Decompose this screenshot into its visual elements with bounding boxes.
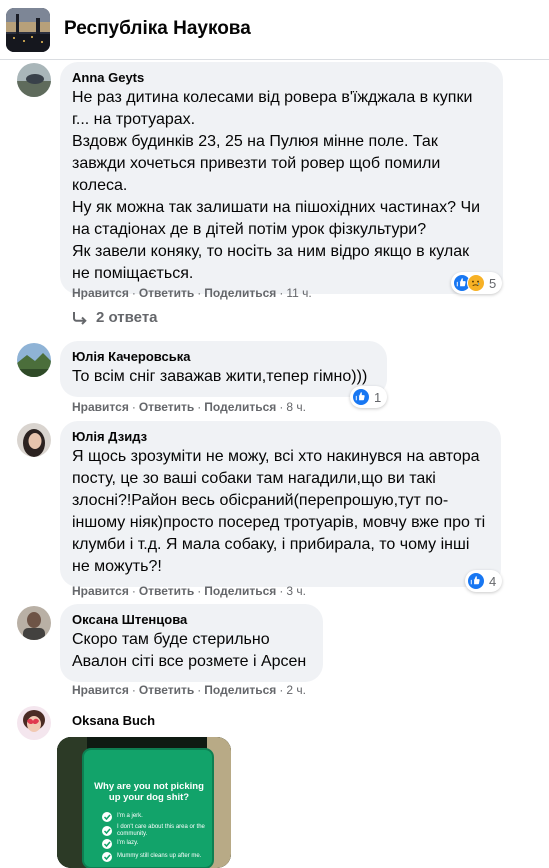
comment-actions: Нравится · Ответить · Поделиться · 8 ч. <box>72 400 306 414</box>
like-button[interactable]: Нравится <box>72 286 129 300</box>
comment-time[interactable]: 8 ч. <box>286 400 306 414</box>
separator: · <box>279 584 284 598</box>
group-avatar[interactable] <box>6 8 50 52</box>
comment-actions: Нравится · Ответить · Поделиться · 11 ч. <box>72 286 312 300</box>
comment-author[interactable]: Юлія Дзидз <box>72 429 489 445</box>
reaction-summary[interactable]: 1 <box>350 386 388 408</box>
comment-actions: Нравится · Ответить · Поделиться · 2 ч. <box>72 683 306 697</box>
sign-item: I'm a jerk. <box>117 813 143 819</box>
sad-icon <box>467 274 485 292</box>
separator: · <box>131 683 136 697</box>
reply-button[interactable]: Ответить <box>139 286 194 300</box>
comment-text: Я щось зрозуміти не можу, всі хто накину… <box>72 448 486 575</box>
separator: · <box>197 584 202 598</box>
comment-author[interactable]: Anna Geyts <box>72 70 491 86</box>
comment-bubble: Оксана Штенцова Скоро там буде стерильно… <box>60 604 323 682</box>
avatar[interactable] <box>17 63 51 97</box>
comment-text: Не раз дитина колесами від ровера в'їждж… <box>72 89 481 282</box>
comment-author[interactable]: Юлія Качеровська <box>72 349 375 365</box>
reply-button[interactable]: Ответить <box>139 400 194 414</box>
separator: · <box>131 400 136 414</box>
like-button[interactable]: Нравится <box>72 584 129 598</box>
reaction-summary[interactable]: 4 <box>465 570 503 592</box>
reaction-count: 5 <box>489 275 497 291</box>
separator: · <box>131 286 136 300</box>
comment-actions: Нравится · Ответить · Поделиться · 3 ч. <box>72 584 306 598</box>
avatar[interactable] <box>17 343 51 377</box>
sign-item: I don't care about this area or the comm… <box>117 824 205 837</box>
comment-bubble: Anna Geyts Не раз дитина колесами від ро… <box>60 62 503 294</box>
comment-bubble: Юлія Качеровська То всім сніг заважав жи… <box>60 341 387 397</box>
like-button[interactable]: Нравится <box>72 683 129 697</box>
reply-button[interactable]: Ответить <box>139 584 194 598</box>
separator: · <box>279 400 284 414</box>
reaction-summary[interactable]: 5 <box>451 272 503 294</box>
share-button[interactable]: Поделиться <box>204 286 276 300</box>
avatar[interactable] <box>17 706 51 740</box>
sign-item: Mummy still cleans up after me. <box>117 853 202 859</box>
comment-author[interactable]: Oksana Buch <box>72 713 155 729</box>
separator: · <box>131 584 136 598</box>
comment-bubble: Юлія Дзидз Я щось зрозуміти не можу, всі… <box>60 421 501 587</box>
like-icon <box>467 572 485 590</box>
separator: · <box>197 400 202 414</box>
separator: · <box>197 286 202 300</box>
share-button[interactable]: Поделиться <box>204 584 276 598</box>
sign-item: I'm lazy. <box>117 840 139 846</box>
reaction-count: 1 <box>374 389 382 405</box>
reaction-count: 4 <box>489 573 497 589</box>
sign-heading: Why are you not picking up your dog shit… <box>94 781 204 803</box>
reply-button[interactable]: Ответить <box>139 683 194 697</box>
group-title[interactable]: Республіка Наукова <box>64 18 251 40</box>
comment-text: Скоро там буде стерильно Авалон сіті все… <box>72 631 307 670</box>
reply-arrow-icon <box>73 311 87 325</box>
comment-time[interactable]: 2 ч. <box>286 683 306 697</box>
share-button[interactable]: Поделиться <box>204 400 276 414</box>
comment-photo[interactable]: Why are you not picking up your dog shit… <box>57 737 231 868</box>
separator: · <box>197 683 202 697</box>
avatar[interactable] <box>17 423 51 457</box>
avatar[interactable] <box>17 606 51 640</box>
share-button[interactable]: Поделиться <box>204 683 276 697</box>
like-icon <box>352 388 370 406</box>
like-button[interactable]: Нравится <box>72 400 129 414</box>
comment-time[interactable]: 11 ч. <box>286 286 311 300</box>
comment-text: То всім сніг заважав жити,тепер гімно))) <box>72 368 368 385</box>
replies-count: 2 ответа <box>96 309 158 326</box>
view-replies-link[interactable]: 2 ответа <box>72 309 158 326</box>
group-header: Республіка Наукова <box>0 0 549 60</box>
separator: · <box>279 286 284 300</box>
comment-author[interactable]: Оксана Штенцова <box>72 612 311 628</box>
separator: · <box>279 683 284 697</box>
comment-time[interactable]: 3 ч. <box>286 584 306 598</box>
